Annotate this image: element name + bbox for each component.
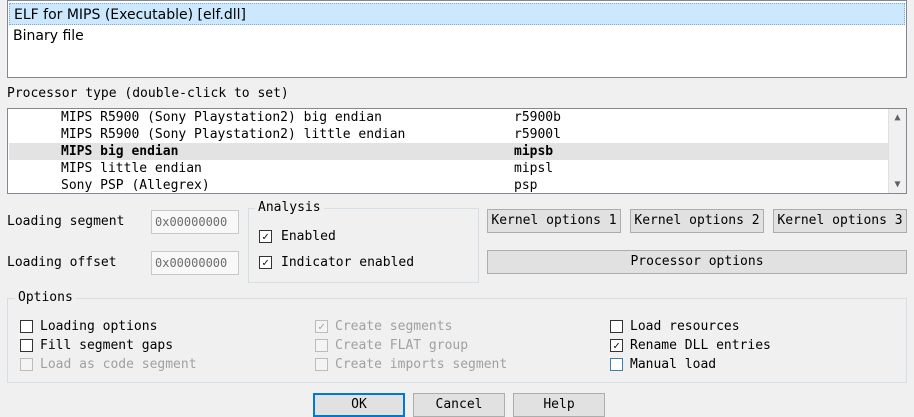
processor-code: r5900l [514, 127, 561, 142]
create-flat-group-label: Create FLAT group [335, 338, 469, 353]
file-type-item-elf[interactable]: ELF for MIPS (Executable) [elf.dll] [9, 3, 905, 25]
rename-dll-entries-checkbox[interactable]: ✓ [610, 339, 623, 352]
manual-load-checkbox[interactable] [610, 358, 623, 371]
processor-name: Sony PSP (Allegrex) [61, 178, 210, 193]
fill-segment-gaps-label[interactable]: Fill segment gaps [40, 338, 173, 353]
loading-offset-input[interactable]: 0x00000000 [151, 251, 239, 275]
processor-list-scrollbar[interactable]: ▲ ▼ [888, 109, 906, 193]
kernel-options-1-button[interactable]: Kernel options 1 [487, 209, 621, 233]
loading-segment-input[interactable]: 0x00000000 [151, 210, 239, 234]
processor-options-button[interactable]: Processor options [487, 250, 907, 274]
cancel-button[interactable]: Cancel [413, 393, 505, 417]
analysis-group-title: Analysis [255, 200, 324, 215]
rename-dll-entries-label[interactable]: Rename DLL entries [630, 338, 771, 353]
manual-load-label[interactable]: Manual load [630, 357, 716, 372]
processor-row[interactable]: MIPS R5900 (Sony Playstation2) big endia… [9, 109, 888, 126]
checkmark-icon: ✓ [318, 320, 325, 333]
checkmark-icon: ✓ [262, 230, 269, 243]
loading-options-label[interactable]: Loading options [40, 319, 157, 334]
load-resources-label[interactable]: Load resources [630, 319, 740, 334]
load-as-code-segment-checkbox[interactable] [20, 358, 33, 371]
processor-row[interactable]: MIPS little endian mipsl [9, 160, 888, 177]
processor-code: mipsb [514, 144, 554, 159]
checkmark-icon: ✓ [613, 339, 620, 352]
analysis-enabled-label[interactable]: Enabled [281, 229, 336, 244]
ok-button[interactable]: OK [313, 393, 405, 417]
loading-options-checkbox[interactable] [20, 320, 33, 333]
processor-code: mipsl [514, 161, 554, 176]
create-segments-label: Create segments [335, 319, 453, 334]
processor-code: r5900b [514, 110, 561, 125]
analysis-group [248, 208, 479, 283]
load-resources-checkbox[interactable] [610, 320, 623, 333]
create-imports-segment-checkbox[interactable] [315, 358, 328, 371]
kernel-options-3-button[interactable]: Kernel options 3 [773, 209, 907, 233]
fill-segment-gaps-checkbox[interactable] [20, 339, 33, 352]
chevron-down-icon[interactable]: ▼ [889, 176, 906, 193]
create-flat-group-checkbox[interactable] [315, 339, 328, 352]
processor-row[interactable]: MIPS R5900 (Sony Playstation2) little en… [9, 126, 888, 143]
processor-name: MIPS big endian [61, 144, 179, 159]
load-as-code-segment-label: Load as code segment [40, 357, 197, 372]
indicator-enabled-checkbox[interactable]: ✓ [259, 256, 272, 269]
processor-name: MIPS R5900 (Sony Playstation2) little en… [61, 127, 406, 142]
create-imports-segment-label: Create imports segment [335, 357, 508, 372]
file-type-list[interactable]: ELF for MIPS (Executable) [elf.dll] Bina… [7, 0, 907, 78]
checkmark-icon: ✓ [262, 256, 269, 269]
processor-name: MIPS little endian [61, 161, 202, 176]
loading-offset-label: Loading offset [7, 255, 117, 270]
kernel-options-2-button[interactable]: Kernel options 2 [630, 209, 764, 233]
processor-row[interactable]: Sony PSP (Allegrex) psp [9, 177, 888, 193]
file-type-item-binary[interactable]: Binary file [9, 25, 905, 47]
processor-list[interactable]: MIPS R5900 (Sony Playstation2) big endia… [7, 108, 907, 194]
processor-code: psp [514, 178, 538, 193]
processor-row-selected[interactable]: MIPS big endian mipsb [9, 143, 888, 160]
create-segments-checkbox[interactable]: ✓ [315, 320, 328, 333]
processor-type-label: Processor type (double-click to set) [7, 86, 289, 101]
chevron-up-icon[interactable]: ▲ [889, 109, 906, 126]
processor-name: MIPS R5900 (Sony Playstation2) big endia… [61, 110, 382, 125]
indicator-enabled-label[interactable]: Indicator enabled [281, 255, 414, 270]
options-group-title: Options [15, 290, 76, 305]
loading-segment-label: Loading segment [7, 214, 125, 229]
help-button[interactable]: Help [513, 393, 605, 417]
analysis-enabled-checkbox[interactable]: ✓ [259, 230, 272, 243]
